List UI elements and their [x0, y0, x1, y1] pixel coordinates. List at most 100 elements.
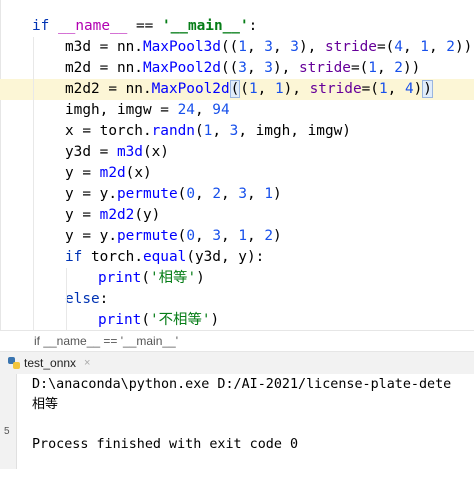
code-token: ),	[283, 81, 310, 97]
code-token: equal	[142, 249, 187, 265]
code-token: y3d =	[65, 144, 117, 160]
code-token: )	[210, 312, 220, 328]
code-token: randn	[151, 123, 195, 139]
code-token: ,	[246, 228, 265, 244]
tab-label[interactable]: test_onnx	[24, 352, 76, 374]
close-icon[interactable]: ×	[84, 352, 90, 374]
code-line[interactable]: y = y.permute(0, 2, 3, 1)	[0, 184, 474, 205]
code-token: '__main__'	[161, 18, 249, 34]
code-token: 1	[203, 123, 213, 139]
indent-guide	[66, 268, 67, 330]
code-line-text: if __name__ == '__main__':	[32, 16, 257, 37]
run-console[interactable]: 5 D:\anaconda\python.exe D:/AI-2021/lice…	[0, 374, 474, 485]
code-line-text: if torch.equal(y3d, y):	[65, 247, 264, 268]
code-token: ,	[194, 102, 213, 118]
code-token: __name__	[58, 18, 128, 34]
code-token: =(	[361, 81, 379, 97]
code-line[interactable]: imgh, imgw = 24, 94	[0, 100, 474, 121]
code-editor[interactable]: if __name__ == '__main__': m3d = nn. MaxPo…	[0, 0, 474, 330]
code-line[interactable]: print('不相等')	[0, 310, 474, 330]
code-token: ))	[402, 60, 421, 76]
code-token: MaxPool2d	[142, 60, 221, 76]
code-line[interactable]: if torch.equal(y3d, y):	[0, 247, 474, 268]
python-file-icon	[8, 357, 20, 369]
code-token: ,	[257, 81, 275, 97]
code-token: y = y.	[65, 228, 117, 244]
code-token: =(	[350, 60, 369, 76]
code-token: 1	[248, 81, 258, 97]
code-token: '相等'	[150, 270, 197, 286]
code-token: (	[141, 312, 150, 328]
code-token: MaxPool2d	[151, 81, 230, 97]
code-line[interactable]: m2d = nn.MaxPool2d((3, 3), stride=(1, 2)…	[0, 58, 474, 79]
code-token: m2d	[99, 165, 126, 181]
code-token: )	[272, 228, 282, 244]
code-line[interactable]: print('相等')	[0, 268, 474, 289]
console-line: D:\anaconda\python.exe D:/AI-2021/licens…	[32, 377, 452, 392]
code-token: permute	[116, 186, 178, 202]
code-token: x = torch.	[65, 123, 152, 139]
code-line-text: print('相等')	[98, 268, 205, 289]
code-token: (	[194, 123, 204, 139]
breadcrumb-item[interactable]: if __name__ == '__main__'	[34, 331, 178, 351]
code-token: ,	[272, 39, 291, 55]
code-token: if	[65, 249, 91, 265]
code-token: 4	[404, 81, 414, 97]
code-token: 0	[186, 186, 195, 202]
code-line-text: y = y.permute(0, 2, 3, 1)	[65, 184, 282, 205]
code-token: ))	[454, 39, 473, 55]
code-token: (y)	[134, 207, 161, 223]
code-line[interactable]: y3d = m3d(x)	[0, 142, 474, 163]
code-line[interactable]: y = m2d(x)	[0, 163, 474, 184]
code-token: :	[248, 18, 258, 34]
code-token: 3	[212, 228, 221, 244]
code-token: imgh, imgw =	[65, 102, 178, 118]
code-token: 4	[394, 39, 403, 55]
code-token: (	[229, 80, 241, 98]
code-token: torch.	[91, 249, 143, 265]
breadcrumb[interactable]: if __name__ == '__main__'	[0, 330, 474, 352]
code-token: )	[272, 186, 282, 202]
code-token: y =	[65, 207, 100, 223]
code-token: print	[98, 270, 142, 286]
tab-test-onnx[interactable]: test_onnx ×	[8, 352, 90, 374]
code-token: ),	[272, 60, 299, 76]
run-tool-window-tabs: test_onnx ×	[0, 352, 474, 375]
code-token: m3d = nn.	[65, 39, 143, 55]
code-token: 1	[274, 81, 284, 97]
code-token: 3	[238, 60, 247, 76]
code-token: ,	[246, 60, 265, 76]
code-token: 2	[446, 39, 455, 55]
code-token: else	[65, 291, 100, 307]
code-line[interactable]: if __name__ == '__main__':	[0, 16, 474, 37]
code-line[interactable]: x = torch.randn(1, 3, imgh, imgw)	[0, 121, 474, 142]
code-line-text: print('不相等')	[98, 310, 219, 330]
code-token: 2	[394, 60, 403, 76]
code-line-text: x = torch.randn(1, 3, imgh, imgw)	[65, 121, 351, 142]
code-token: 3	[229, 123, 239, 139]
code-token: , imgh, imgw)	[238, 123, 351, 139]
toolbar-mark[interactable]: 5	[4, 426, 10, 437]
code-token: y = y.	[65, 186, 117, 202]
code-token: ,	[428, 39, 447, 55]
code-token: ,	[246, 186, 265, 202]
code-line-text: m2d = nn.MaxPool2d((3, 3), stride=(1, 2)…	[65, 58, 420, 79]
code-line-text: y3d = m3d(x)	[65, 142, 169, 163]
code-token: 3	[238, 186, 247, 202]
code-token: 1	[264, 186, 273, 202]
code-token: ,	[376, 60, 395, 76]
code-line[interactable]: m3d = nn.MaxPool3d((1, 3, 3), stride=(4,…	[0, 37, 474, 58]
code-token: (x)	[125, 165, 152, 181]
current-code-line[interactable]: m2d2 = nn.MaxPool2d((1, 1), stride=(1, 4…	[0, 79, 474, 100]
code-token: m2d2	[99, 207, 135, 223]
code-token: 1	[368, 60, 377, 76]
code-token: '不相等'	[150, 312, 211, 328]
code-line[interactable]: y = y.permute(0, 3, 1, 2)	[0, 226, 474, 247]
code-token: 1	[420, 39, 429, 55]
code-line[interactable]: y = m2d2(y)	[0, 205, 474, 226]
code-line[interactable]: else:	[0, 289, 474, 310]
code-token: ,	[220, 228, 239, 244]
code-line-text: y = m2d2(y)	[65, 205, 160, 226]
code-token: ((	[220, 39, 239, 55]
code-token: )	[413, 81, 423, 97]
